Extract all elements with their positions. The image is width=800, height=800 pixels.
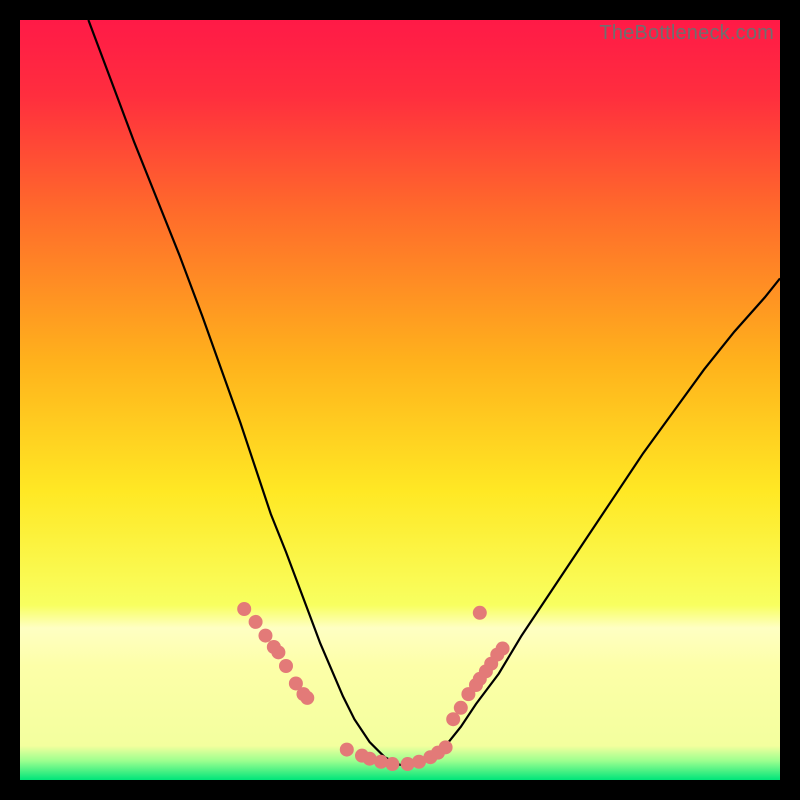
data-point xyxy=(439,740,453,754)
data-point xyxy=(496,642,510,656)
data-point xyxy=(385,757,399,771)
data-point xyxy=(237,602,251,616)
data-point xyxy=(300,691,314,705)
data-point xyxy=(271,645,285,659)
data-point xyxy=(473,606,487,620)
watermark-text: TheBottleneck.com xyxy=(599,22,774,45)
data-point xyxy=(454,701,468,715)
data-point xyxy=(340,743,354,757)
data-point xyxy=(446,712,460,726)
chart-frame: TheBottleneck.com xyxy=(20,20,780,780)
bottleneck-chart xyxy=(20,20,780,780)
gradient-background xyxy=(20,20,780,780)
data-point xyxy=(279,659,293,673)
data-point xyxy=(249,615,263,629)
data-point xyxy=(258,629,272,643)
